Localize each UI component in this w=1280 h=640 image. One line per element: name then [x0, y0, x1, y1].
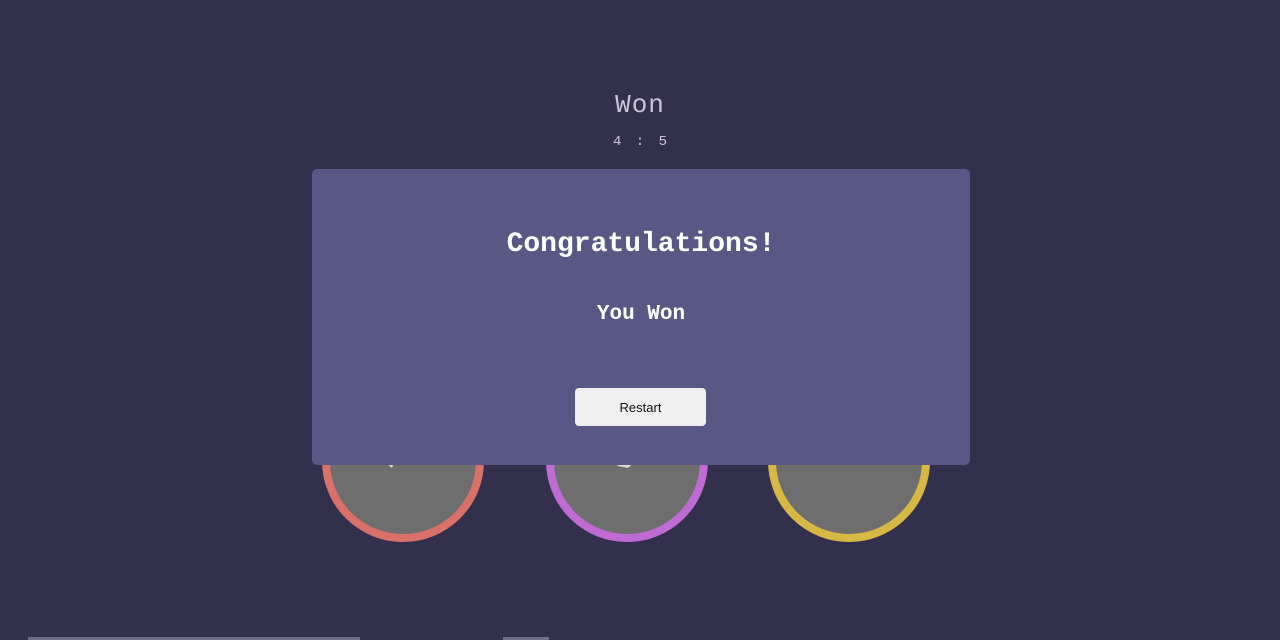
modal-result-text: You Won [596, 303, 686, 326]
score-display: 4 : 5 [612, 134, 667, 150]
game-status-title: Won [615, 90, 665, 120]
restart-button[interactable]: Restart [575, 388, 706, 426]
game-stage: Won 4 : 5 Congratulations! You Won Resta… [0, 0, 1280, 640]
modal-heading: Congratulations! [506, 229, 776, 260]
result-modal: Congratulations! You Won Restart [312, 169, 970, 465]
